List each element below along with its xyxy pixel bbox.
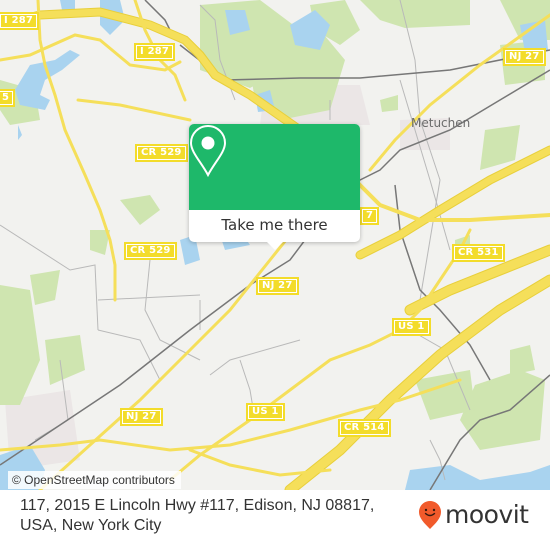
address-text: 117, 2015 E Lincoln Hwy #117, Edison, NJ… [20,497,375,534]
road-shield-i287: I 287 [134,43,176,61]
popup-header [189,124,360,210]
road-shield-cr531: CR 531 [452,244,505,262]
moovit-wordmark: moovit [445,500,529,529]
road-shield-partial: 5 [0,89,16,107]
moovit-pin-smile-icon [419,501,441,529]
road-shield-us1: US 1 [392,318,431,336]
road-shield-cr529: CR 529 [135,144,188,162]
road-shield-cr514: CR 514 [338,419,391,437]
road-shield-i287: I 287 [0,12,40,30]
map-pin-icon [189,124,227,178]
moovit-logo[interactable]: moovit [418,500,529,530]
map-attribution[interactable]: © OpenStreetMap contributors [8,471,181,489]
location-popup: Take me there [189,124,360,250]
road-shield-cr529: CR 529 [124,242,177,260]
road-shield-us1: US 1 [246,403,285,421]
place-label-metuchen: Metuchen [411,116,471,130]
road-shield-nj27: NJ 27 [256,277,299,295]
road-shield-partial: 7 [360,207,380,225]
take-me-there-button[interactable]: Take me there [189,210,360,242]
road-shield-nj27: NJ 27 [503,48,546,66]
map-view[interactable]: I 287 I 287 NJ 27 CR 529 CR 529 NJ 27 CR… [0,0,550,490]
popup-pointer [266,241,284,250]
road-shield-nj27: NJ 27 [120,408,163,426]
